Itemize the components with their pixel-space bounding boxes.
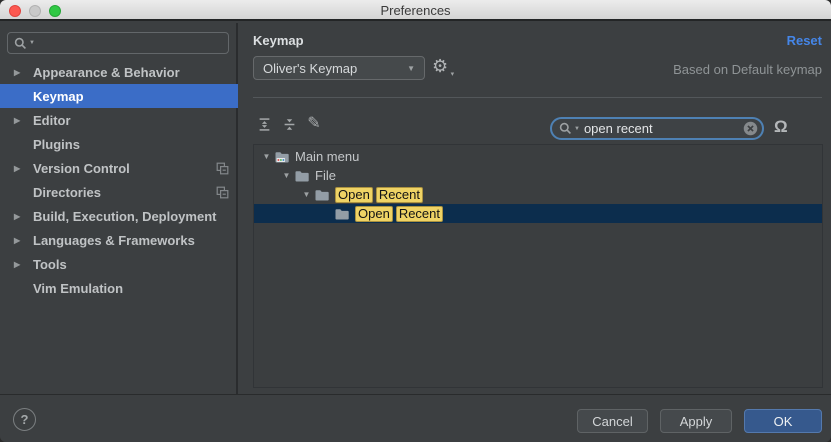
sidebar-item-label: Build, Execution, Deployment xyxy=(33,209,216,224)
actions-tree-rows: ▼Main menu▼File▼OpenRecentOpenRecent xyxy=(254,147,822,223)
sidebar-item-directories[interactable]: Directories xyxy=(0,180,238,204)
sidebar-item-label: Vim Emulation xyxy=(33,281,123,296)
keymap-selector-dropdown[interactable]: Oliver's Keymap ▼ xyxy=(253,56,425,80)
collapse-all-button[interactable] xyxy=(281,116,297,132)
actions-tree: ▼Main menu▼File▼OpenRecentOpenRecent xyxy=(253,144,823,388)
find-actions-by-shortcut-button[interactable]: Ω xyxy=(774,117,788,137)
cancel-button[interactable]: Cancel xyxy=(577,409,648,433)
sidebar-item-keymap[interactable]: Keymap xyxy=(0,84,238,108)
search-options-caret-icon[interactable]: ▼ xyxy=(29,40,35,46)
sidebar-search-input[interactable] xyxy=(37,35,222,52)
sidebar-item-label: Plugins xyxy=(33,137,80,152)
keymap-settings-panel: Keymap Reset Oliver's Keymap ▼ ⚙ ▾ Based… xyxy=(240,23,831,394)
search-match-highlight: Recent xyxy=(396,206,443,222)
sidebar-item-languages-frameworks[interactable]: ▶Languages & Frameworks xyxy=(0,228,238,252)
based-on-label: Based on Default keymap xyxy=(673,62,822,77)
search-match-highlight: Open xyxy=(355,206,393,222)
keymap-settings-gear-button[interactable]: ⚙ ▾ xyxy=(432,55,448,78)
search-match-highlight: Open xyxy=(335,187,373,203)
header-separator xyxy=(253,97,822,98)
pencil-icon: ✎ xyxy=(307,116,320,132)
folder-icon xyxy=(294,168,310,184)
sidebar-item-label: Keymap xyxy=(33,89,84,104)
search-icon xyxy=(559,122,572,135)
folder-icon xyxy=(314,187,330,203)
shortcut-search-input[interactable] xyxy=(582,120,741,137)
find-by-shortcut-icon: Ω xyxy=(774,117,788,136)
expand-all-button[interactable] xyxy=(256,116,272,132)
sidebar-item-plugins[interactable]: Plugins xyxy=(0,132,238,156)
tree-row-open-recent[interactable]: OpenRecent xyxy=(254,204,822,223)
sidebar-item-label: Editor xyxy=(33,113,71,128)
preferences-window: Preferences ▼ ▶Appearance & BehaviorKeym… xyxy=(0,0,831,442)
sidebar-item-editor[interactable]: ▶Editor xyxy=(0,108,238,132)
chevron-expanded-icon[interactable]: ▼ xyxy=(299,190,314,199)
chevron-right-icon[interactable]: ▶ xyxy=(14,116,33,125)
dialog-footer: ? Cancel Apply OK xyxy=(0,394,831,442)
collapse-all-icon xyxy=(283,118,296,131)
chevron-right-icon[interactable]: ▶ xyxy=(14,212,33,221)
ok-button[interactable]: OK xyxy=(744,409,822,433)
sidebar-item-label: Tools xyxy=(33,257,67,272)
gear-caret-icon: ▾ xyxy=(451,70,455,79)
chevron-right-icon[interactable]: ▶ xyxy=(14,164,33,173)
chevron-right-icon[interactable]: ▶ xyxy=(14,260,33,269)
search-match-highlight: Recent xyxy=(376,187,423,203)
folder-icon xyxy=(334,206,350,222)
chevron-right-icon[interactable]: ▶ xyxy=(14,236,33,245)
page-title: Keymap xyxy=(253,33,304,48)
tree-row-main-menu[interactable]: ▼ Main menu xyxy=(254,147,822,166)
titlebar: Preferences xyxy=(0,0,831,21)
sidebar-item-build-execution-deployment[interactable]: ▶Build, Execution, Deployment xyxy=(0,204,238,228)
sidebar-item-label: Directories xyxy=(33,185,101,200)
chevron-right-icon[interactable]: ▶ xyxy=(14,68,33,77)
tree-row-label: Main menu xyxy=(295,149,359,164)
reset-link[interactable]: Reset xyxy=(787,33,822,48)
sidebar-item-label: Languages & Frameworks xyxy=(33,233,195,248)
per-project-settings-icon xyxy=(216,162,229,175)
tree-row-open-recent[interactable]: ▼ OpenRecent xyxy=(254,185,822,204)
per-project-settings-icon xyxy=(216,186,229,199)
search-icon xyxy=(14,37,27,50)
sidebar-items-list: ▶Appearance & BehaviorKeymap▶EditorPlugi… xyxy=(0,60,238,300)
sidebar-item-vim-emulation[interactable]: Vim Emulation xyxy=(0,276,238,300)
apply-button[interactable]: Apply xyxy=(660,409,732,433)
sidebar-item-label: Version Control xyxy=(33,161,130,176)
chevron-down-icon: ▼ xyxy=(407,64,415,73)
sidebar-item-version-control[interactable]: ▶Version Control xyxy=(0,156,238,180)
expand-all-icon xyxy=(258,118,271,131)
tree-row-label: File xyxy=(315,168,336,183)
edit-shortcut-button[interactable]: ✎ xyxy=(306,116,322,132)
shortcut-search-field[interactable]: ▼ xyxy=(550,117,764,140)
main-menu-icon xyxy=(274,149,290,165)
gear-icon: ⚙ xyxy=(432,56,448,76)
help-button[interactable]: ? xyxy=(13,408,36,431)
window-title: Preferences xyxy=(0,0,831,21)
sidebar-item-appearance-behavior[interactable]: ▶Appearance & Behavior xyxy=(0,60,238,84)
search-options-caret-icon[interactable]: ▼ xyxy=(574,126,580,132)
sidebar-item-label: Appearance & Behavior xyxy=(33,65,180,80)
chevron-expanded-icon[interactable]: ▼ xyxy=(259,152,274,161)
chevron-expanded-icon[interactable]: ▼ xyxy=(279,171,294,180)
clear-search-button[interactable] xyxy=(743,121,758,136)
close-icon xyxy=(743,121,758,136)
settings-sidebar: ▼ ▶Appearance & BehaviorKeymap▶EditorPlu… xyxy=(0,23,238,394)
sidebar-item-tools[interactable]: ▶Tools xyxy=(0,252,238,276)
keymap-selector-value: Oliver's Keymap xyxy=(263,61,357,76)
tree-row-file[interactable]: ▼ File xyxy=(254,166,822,185)
sidebar-search-box[interactable]: ▼ xyxy=(7,32,229,54)
